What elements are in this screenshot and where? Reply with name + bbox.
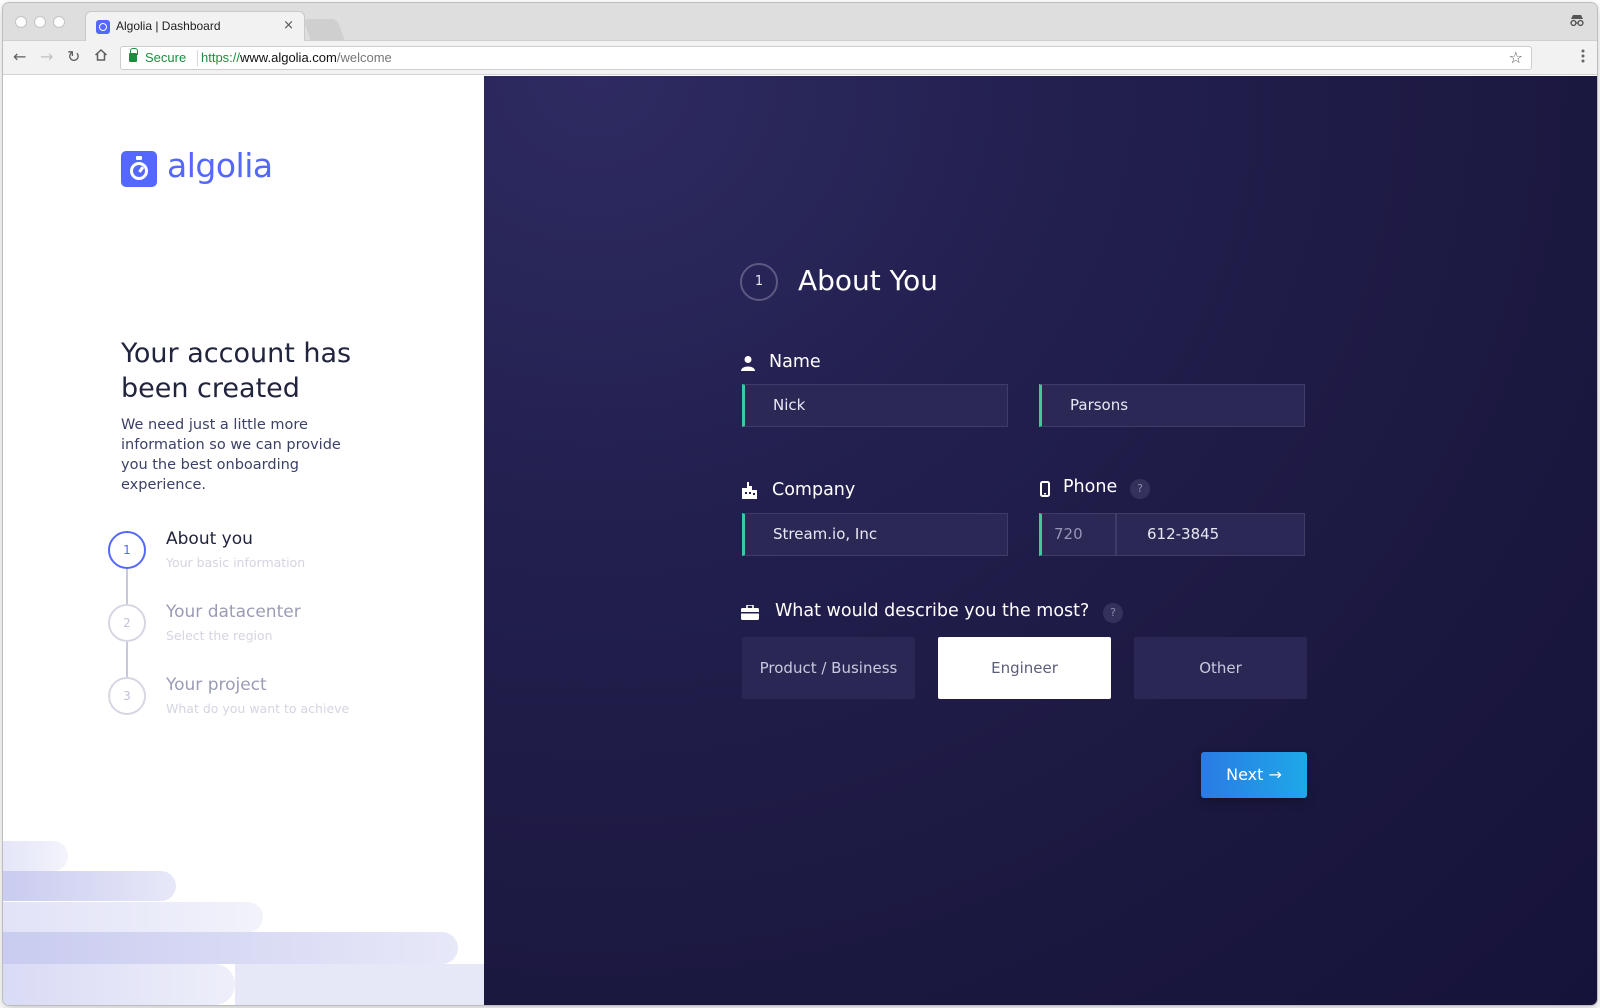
step-1-indicator: 1 xyxy=(108,531,146,569)
decorative-wave xyxy=(3,902,263,932)
company-input[interactable]: Stream.io, Inc xyxy=(742,513,1008,556)
decorative-wave xyxy=(3,871,176,901)
phone-icon xyxy=(1040,481,1050,501)
step-2-title: Your datacenter xyxy=(166,602,301,622)
user-icon xyxy=(741,355,755,375)
back-arrow-icon[interactable]: ← xyxy=(13,48,26,66)
phone-label: Phone xyxy=(1063,477,1118,497)
about-you-form: 1 About You Name Nick Parsons Company St… xyxy=(484,76,1597,1005)
page-headline: Your account has been created xyxy=(121,338,352,404)
step-1-title: About you xyxy=(166,529,253,549)
browser-tab[interactable]: Algolia | Dashboard × xyxy=(85,11,305,41)
stepper-connector xyxy=(126,642,128,682)
reload-icon[interactable]: ↻ xyxy=(67,48,80,66)
forward-arrow-icon[interactable]: → xyxy=(40,48,53,66)
browser-titlebar: Algolia | Dashboard × xyxy=(3,3,1597,41)
browser-toolbar: ← → ↻ Secure https://www.algolia.com/wel… xyxy=(3,41,1597,75)
briefcase-icon xyxy=(741,604,759,624)
role-option-engineer[interactable]: Engineer xyxy=(938,637,1111,699)
url-host: www.algolia.com xyxy=(240,50,337,65)
role-option-other[interactable]: Other xyxy=(1134,637,1307,699)
decorative-wave xyxy=(235,964,484,1005)
kebab-menu-icon[interactable] xyxy=(1581,49,1585,63)
algolia-favicon-icon xyxy=(96,20,110,34)
phone-area-code-input[interactable]: 720 xyxy=(1039,513,1116,556)
lock-icon xyxy=(129,48,138,62)
tab-close-icon[interactable]: × xyxy=(283,18,294,33)
close-window-button[interactable] xyxy=(15,16,27,28)
incognito-icon xyxy=(1569,13,1585,31)
new-tab-button[interactable] xyxy=(302,19,346,41)
page-description: We need just a little more information s… xyxy=(121,417,341,493)
phone-number-input[interactable]: 612-3845 xyxy=(1116,513,1305,556)
form-step-indicator: 1 xyxy=(740,263,778,301)
minimize-window-button[interactable] xyxy=(34,16,46,28)
step-3-title: Your project xyxy=(166,675,267,695)
star-icon[interactable]: ☆ xyxy=(1509,48,1523,67)
phone-help-icon[interactable]: ? xyxy=(1130,479,1150,499)
role-help-icon[interactable]: ? xyxy=(1103,603,1123,623)
last-name-input[interactable]: Parsons xyxy=(1039,384,1305,427)
address-bar[interactable]: Secure https://www.algolia.com/welcome ☆ xyxy=(120,46,1532,70)
role-option-product-business[interactable]: Product / Business xyxy=(742,637,915,699)
next-button[interactable]: Next → xyxy=(1201,752,1307,798)
stopwatch-icon xyxy=(121,151,157,187)
url-scheme: https:// xyxy=(201,50,241,65)
stepper-connector xyxy=(126,569,128,609)
step-3-indicator: 3 xyxy=(108,677,146,715)
first-name-input[interactable]: Nick xyxy=(742,384,1008,427)
name-label: Name xyxy=(769,352,821,372)
url-divider xyxy=(197,50,198,66)
building-icon xyxy=(742,482,757,503)
page-content: algolia Your account has been created We… xyxy=(3,76,1597,1005)
step-3-subtitle: What do you want to achieve xyxy=(166,701,350,716)
home-icon[interactable] xyxy=(94,48,108,66)
url-text: https://www.algolia.com/welcome xyxy=(201,50,392,65)
company-label: Company xyxy=(772,480,856,500)
url-path: /welcome xyxy=(336,50,392,65)
decorative-wave xyxy=(3,964,235,1005)
form-title: About You xyxy=(798,264,938,297)
step-1-subtitle: Your basic information xyxy=(166,555,306,570)
step-2-subtitle: Select the region xyxy=(166,628,273,643)
tab-title: Algolia | Dashboard xyxy=(116,19,221,33)
logo-wordmark: algolia xyxy=(167,146,273,185)
secure-label: Secure xyxy=(145,50,187,65)
browser-window: Algolia | Dashboard × ← → ↻ Secure https… xyxy=(3,3,1597,1005)
onboarding-sidebar: algolia Your account has been created We… xyxy=(3,76,484,1005)
step-2-indicator: 2 xyxy=(108,604,146,642)
decorative-wave xyxy=(3,932,458,964)
decorative-wave xyxy=(3,841,68,871)
zoom-window-button[interactable] xyxy=(53,16,65,28)
role-label: What would describe you the most? xyxy=(775,601,1090,621)
